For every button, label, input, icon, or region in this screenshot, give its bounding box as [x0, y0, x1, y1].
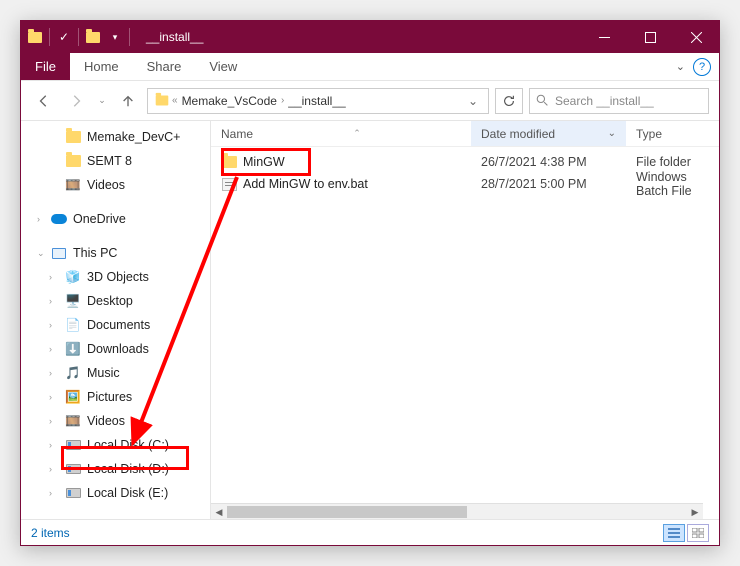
sidebar-item-disk-e[interactable]: ›Local Disk (E:) — [21, 481, 210, 505]
sort-indicator-icon: ⌃ — [353, 128, 361, 139]
sidebar-item-desktop[interactable]: ›🖥️Desktop — [21, 289, 210, 313]
chevron-right-icon[interactable]: › — [281, 95, 284, 106]
tab-view[interactable]: View — [195, 53, 251, 80]
status-bar: 2 items — [21, 519, 719, 545]
sidebar-item-disk-d[interactable]: ›Local Disk (D:) — [21, 457, 210, 481]
close-button[interactable] — [673, 21, 719, 53]
refresh-button[interactable] — [495, 88, 523, 114]
column-date[interactable]: Date modified⌄ — [471, 121, 626, 146]
scroll-left-icon[interactable]: ◀ — [211, 504, 227, 520]
videos-icon: 🎞️ — [65, 177, 81, 193]
status-text: 2 items — [31, 526, 70, 540]
largeicons-view-button[interactable] — [687, 524, 709, 542]
folder-icon — [85, 29, 101, 45]
bat-file-icon — [221, 176, 237, 192]
quick-access-toolbar: ✓ ▾ — [21, 28, 136, 46]
body: Memake_DevC+ SEMT 8 🎞️Videos ›OneDrive ⌄… — [21, 121, 719, 519]
scroll-right-icon[interactable]: ▶ — [687, 504, 703, 520]
pc-icon — [51, 245, 67, 261]
file-rows: MinGW 26/7/2021 4:38 PM File folder Add … — [211, 147, 719, 199]
search-placeholder: Search __install__ — [555, 94, 654, 108]
videos-icon: 🎞️ — [65, 413, 81, 429]
scrollbar-thumb[interactable] — [227, 506, 467, 518]
minimize-button[interactable] — [581, 21, 627, 53]
folder-icon — [65, 129, 81, 145]
sidebar-item-videos2[interactable]: ›🎞️Videos — [21, 409, 210, 433]
sidebar-item-downloads[interactable]: ›⬇️Downloads — [21, 337, 210, 361]
sidebar-item-onedrive[interactable]: ›OneDrive — [21, 207, 210, 231]
ribbon: File Home Share View ⌄ ? — [21, 53, 719, 81]
sidebar-item-disk-c[interactable]: ›Local Disk (C:) — [21, 433, 210, 457]
desktop-icon: 🖥️ — [65, 293, 81, 309]
sidebar-item-music[interactable]: ›🎵Music — [21, 361, 210, 385]
help-button[interactable]: ? — [693, 58, 711, 76]
disk-icon — [65, 485, 81, 501]
ribbon-chevron-icon[interactable]: ⌄ — [676, 60, 685, 73]
search-icon — [536, 94, 549, 107]
maximize-button[interactable] — [627, 21, 673, 53]
pictures-icon: 🖼️ — [65, 389, 81, 405]
folder-icon — [221, 154, 237, 170]
sidebar-item-thispc[interactable]: ⌄This PC — [21, 241, 210, 265]
tab-home[interactable]: Home — [70, 53, 133, 80]
disk-icon — [65, 437, 81, 453]
onedrive-icon — [51, 211, 67, 227]
qat-dropdown-icon[interactable]: ▾ — [107, 29, 123, 45]
downloads-icon: ⬇️ — [65, 341, 81, 357]
breadcrumb-segment[interactable]: __install__ — [286, 94, 347, 108]
collapse-icon[interactable]: ⌄ — [37, 248, 45, 259]
disk-icon — [65, 461, 81, 477]
column-headers: Name⌃ Date modified⌄ Type — [211, 121, 719, 147]
navigation-pane: Memake_DevC+ SEMT 8 🎞️Videos ›OneDrive ⌄… — [21, 121, 211, 519]
properties-icon[interactable]: ✓ — [56, 29, 72, 45]
breadcrumb-segment[interactable]: Memake_VsCode — [180, 94, 279, 108]
sidebar-item-documents[interactable]: ›📄Documents — [21, 313, 210, 337]
search-input[interactable]: Search __install__ — [529, 88, 709, 114]
documents-icon: 📄 — [65, 317, 81, 333]
explorer-window: ✓ ▾ __install__ File Home Share View ⌄ ?… — [20, 20, 720, 546]
folder-icon — [27, 29, 43, 45]
breadcrumb[interactable]: « Memake_VsCode › __install__ ⌄ — [147, 88, 489, 114]
file-list-pane: Name⌃ Date modified⌄ Type MinGW 26/7/202… — [211, 121, 719, 519]
history-dropdown-icon[interactable]: ⌄ — [95, 88, 109, 114]
tab-file[interactable]: File — [21, 53, 70, 80]
folder-icon — [65, 153, 81, 169]
back-button[interactable] — [31, 88, 57, 114]
3d-icon: 🧊 — [65, 269, 81, 285]
sidebar-item-pictures[interactable]: ›🖼️Pictures — [21, 385, 210, 409]
column-type[interactable]: Type — [626, 121, 719, 146]
music-icon: 🎵 — [65, 365, 81, 381]
expand-icon[interactable]: › — [37, 214, 40, 224]
forward-button[interactable] — [63, 88, 89, 114]
details-view-button[interactable] — [663, 524, 685, 542]
chevron-right-icon[interactable]: « — [172, 95, 178, 106]
chevron-down-icon[interactable]: ⌄ — [608, 128, 616, 139]
sidebar-item-memake-devc[interactable]: Memake_DevC+ — [21, 125, 210, 149]
folder-icon — [154, 93, 170, 109]
sidebar-item-semt8[interactable]: SEMT 8 — [21, 149, 210, 173]
file-row-addmingw-bat[interactable]: Add MinGW to env.bat 28/7/2021 5:00 PM W… — [211, 173, 719, 195]
address-dropdown-icon[interactable]: ⌄ — [464, 94, 482, 108]
horizontal-scrollbar[interactable]: ◀ ▶ — [211, 503, 703, 519]
sidebar-item-3dobjects[interactable]: ›🧊3D Objects — [21, 265, 210, 289]
tab-share[interactable]: Share — [133, 53, 196, 80]
column-name[interactable]: Name⌃ — [211, 121, 471, 146]
window-title: __install__ — [146, 30, 203, 44]
address-bar: ⌄ « Memake_VsCode › __install__ ⌄ Search… — [21, 81, 719, 121]
sidebar-item-videos[interactable]: 🎞️Videos — [21, 173, 210, 197]
titlebar: ✓ ▾ __install__ — [21, 21, 719, 53]
up-button[interactable] — [115, 88, 141, 114]
